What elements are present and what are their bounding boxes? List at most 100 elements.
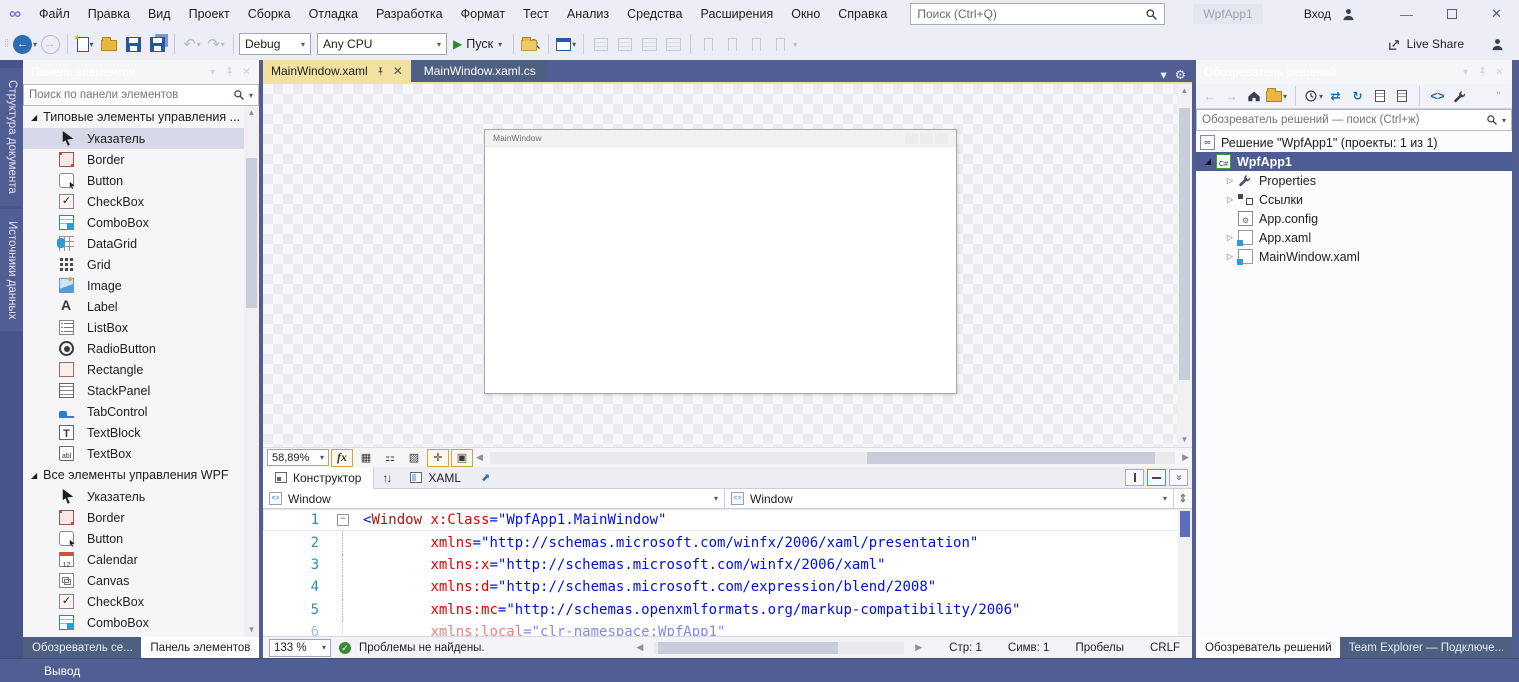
menu-item[interactable]: Расширения <box>692 0 783 28</box>
switch-views-button[interactable]: ▾ <box>1266 86 1287 106</box>
pin-icon[interactable] <box>1474 66 1491 78</box>
menu-item[interactable]: Файл <box>30 0 79 28</box>
tree-item[interactable]: Ссылки <box>1196 190 1512 209</box>
output-panel-tab[interactable]: Вывод <box>36 662 88 680</box>
pin-icon[interactable] <box>221 66 238 78</box>
data-sources-tab[interactable]: Источники данных <box>0 209 23 332</box>
panel-tab[interactable]: Обозреватель се... <box>23 637 141 658</box>
tree-item[interactable]: MainWindow.xaml <box>1196 247 1512 266</box>
code-line[interactable]: 5 xmlns:mc="http://schemas.openxmlformat… <box>263 599 1192 621</box>
vertical-split-button[interactable] <box>1125 469 1144 486</box>
toolbox-row[interactable]: ListBox <box>23 317 244 338</box>
quick-search-box[interactable]: Поиск (Ctrl+Q) <box>910 3 1165 25</box>
toolbox-row[interactable]: CheckBox <box>23 191 244 212</box>
tree-item[interactable]: App.xaml <box>1196 228 1512 247</box>
start-debugging-button[interactable]: ▶ Пуск▾ <box>453 37 502 51</box>
horizontal-split-button[interactable] <box>1147 469 1166 486</box>
toolbox-row[interactable]: Указатель <box>23 486 244 507</box>
toolbox-row[interactable]: ComboBox <box>23 612 244 633</box>
close-button[interactable]: ✕ <box>1474 0 1519 28</box>
menu-item[interactable]: Средства <box>618 0 691 28</box>
close-icon[interactable]: ✕ <box>393 64 403 78</box>
previous-bookmark-button-disabled[interactable] <box>721 32 743 56</box>
scrollbar-thumb[interactable] <box>1179 108 1190 380</box>
toolbox-row[interactable]: Button <box>23 528 244 549</box>
designer-surface[interactable]: MainWindow ▲ ▼ <box>263 84 1192 447</box>
comment-button-disabled[interactable] <box>590 32 612 56</box>
document-tab-inactive[interactable]: MainWindow.xaml.cs <box>413 60 547 82</box>
snapping-button[interactable]: ▨ <box>403 449 425 467</box>
toolbox-row[interactable]: TextBlock <box>23 422 244 443</box>
toolbox-row[interactable]: TextBox <box>23 443 244 464</box>
tree-item[interactable]: Properties <box>1196 171 1512 190</box>
tree-item[interactable]: Решение "WpfApp1" (проекты: 1 из 1) <box>1196 133 1512 152</box>
toolbox-row[interactable]: Типовые элементы управления ... <box>23 106 244 128</box>
scroll-up-icon[interactable]: ▲ <box>1177 84 1192 98</box>
toolbox-search-input[interactable]: Поиск по панели элементов ▾ <box>23 84 259 106</box>
editor-vertical-scrollbar[interactable] <box>1178 509 1192 636</box>
back-button[interactable]: ← <box>1200 86 1219 106</box>
effects-toggle-button[interactable]: fx <box>331 449 353 467</box>
clear-bookmarks-button-disabled[interactable] <box>769 32 791 56</box>
code-line[interactable]: 4 xmlns:d="http://schemas.microsoft.com/… <box>263 576 1192 598</box>
show-grid-button[interactable]: ▦ <box>355 449 377 467</box>
scrollbar-thumb[interactable] <box>246 158 257 308</box>
swap-panes-button[interactable]: ↑↓ <box>374 471 398 485</box>
collapse-pane-button[interactable]: « <box>1169 469 1188 486</box>
snap-to-snaplines-button[interactable]: ✛ <box>427 449 449 467</box>
menu-item[interactable]: Формат <box>452 0 514 28</box>
menu-item[interactable]: Анализ <box>558 0 618 28</box>
navigate-back-button[interactable]: ←▾ <box>13 32 37 56</box>
scroll-down-icon[interactable]: ▼ <box>244 623 259 637</box>
collapse-all-button[interactable] <box>1370 86 1389 106</box>
toolbox-row[interactable]: Calendar <box>23 549 244 570</box>
toolbox-row[interactable]: Указатель <box>23 128 244 149</box>
navigate-forward-button[interactable]: → <box>39 32 61 56</box>
new-project-button[interactable]: ▾ <box>74 32 96 56</box>
tree-item[interactable]: WpfApp1 <box>1196 152 1512 171</box>
toolbox-row[interactable]: Все элементы управления WPF <box>23 464 244 486</box>
popout-pane-button[interactable]: ⬈ <box>481 471 490 484</box>
next-bookmark-button-disabled[interactable] <box>745 32 767 56</box>
tree-expander-icon[interactable] <box>1200 157 1216 166</box>
tree-item[interactable]: App.config <box>1196 209 1512 228</box>
toolbar-grip[interactable]: ⁞⁞ <box>4 38 12 50</box>
save-button[interactable] <box>122 32 144 56</box>
show-all-files-button[interactable] <box>1392 86 1411 106</box>
panel-tab[interactable]: Панель элементов <box>141 637 259 658</box>
panel-tab[interactable]: Team Explorer — Подключе... <box>1340 637 1512 658</box>
open-file-button[interactable] <box>98 32 120 56</box>
editor-zoom-dropdown[interactable]: 133 %▾ <box>269 639 331 657</box>
sync-with-active-document-button[interactable]: ⇄ <box>1326 86 1345 106</box>
scroll-right-icon[interactable]: ▶ <box>1182 452 1189 463</box>
feedback-icon[interactable] <box>1490 37 1505 52</box>
toolbar-overflow-icon[interactable]: '' <box>1489 86 1508 106</box>
menu-item[interactable]: Сборка <box>239 0 300 28</box>
toolbox-row[interactable]: DataGrid <box>23 233 244 254</box>
redo-button[interactable]: ↷▾ <box>205 32 227 56</box>
fold-collapse-icon[interactable] <box>335 509 355 531</box>
breadcrumb-right-dropdown[interactable]: <> Window ▾ <box>725 489 1174 508</box>
designer-zoom-dropdown[interactable]: 58,89%▾ <box>267 449 329 466</box>
close-icon[interactable]: ✕ <box>1491 67 1508 78</box>
decrease-indent-button-disabled[interactable] <box>638 32 660 56</box>
tab-list-chevron-icon[interactable]: ▾ <box>1161 67 1167 82</box>
scroll-left-icon[interactable]: ◀ <box>636 642 643 653</box>
section-expander-icon[interactable] <box>31 113 37 122</box>
panel-tab[interactable]: Обозреватель решений <box>1196 637 1340 658</box>
tree-expander-icon[interactable] <box>1222 195 1238 204</box>
menu-item[interactable]: Отладка <box>300 0 367 28</box>
scroll-left-icon[interactable]: ◀ <box>476 452 483 463</box>
toolbox-header[interactable]: Панель элементов ▾ ✕ <box>23 60 259 84</box>
forward-button[interactable]: → <box>1222 86 1241 106</box>
window-position-icon[interactable]: ▾ <box>1457 67 1474 78</box>
tree-expander-icon[interactable] <box>1222 176 1238 185</box>
scrollbar-thumb[interactable] <box>658 642 838 654</box>
toolbox-scrollbar[interactable]: ▲ ▼ <box>244 106 259 637</box>
increase-indent-button-disabled[interactable] <box>662 32 684 56</box>
user-account-icon[interactable] <box>1341 7 1356 22</box>
solution-explorer-header[interactable]: Обозреватель решений ▾ ✕ <box>1196 60 1512 84</box>
status-char[interactable]: Симв: 1 <box>1008 642 1050 654</box>
toolbox-row[interactable]: Rectangle <box>23 359 244 380</box>
toolbox-row[interactable]: TabControl <box>23 401 244 422</box>
